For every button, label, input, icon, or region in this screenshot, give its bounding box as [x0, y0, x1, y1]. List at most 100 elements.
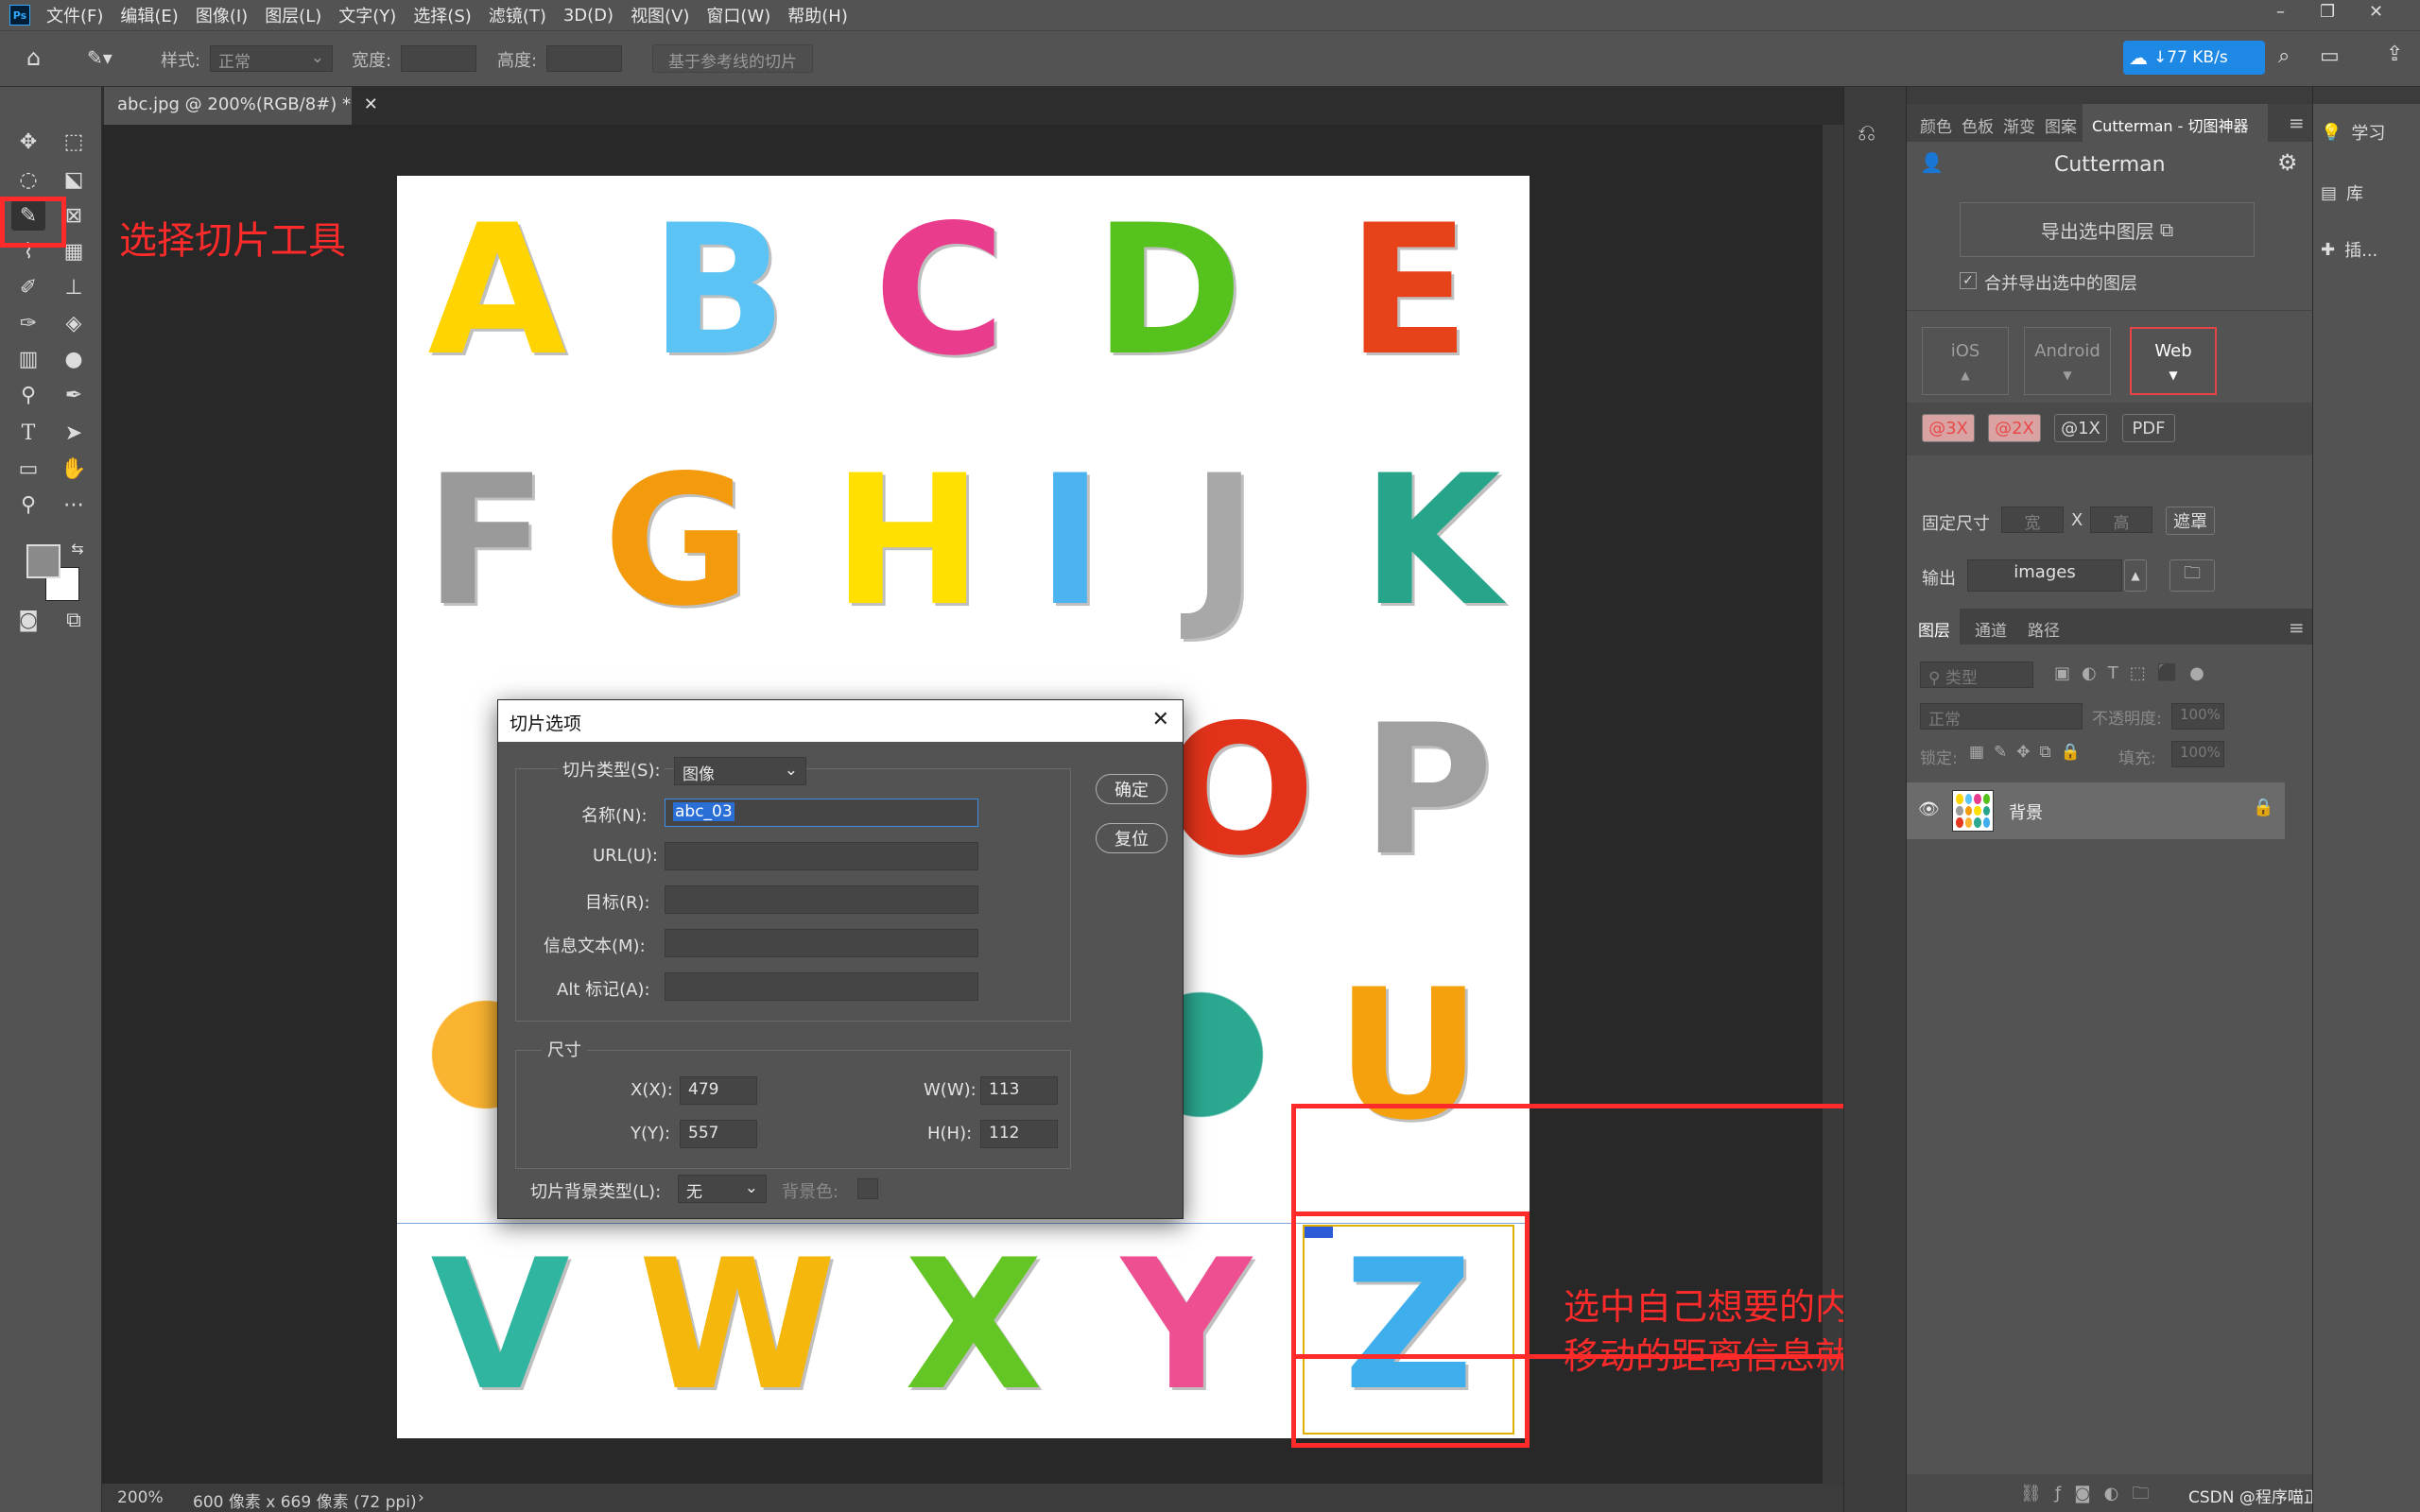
- folder-icon[interactable]: 🗀: [2169, 559, 2215, 592]
- move-tool-icon[interactable]: ✥: [11, 127, 45, 157]
- learn-item[interactable]: 💡 学习: [2321, 112, 2415, 153]
- menu-window[interactable]: 窗口(W): [698, 3, 779, 27]
- restore-icon[interactable]: ❐: [2320, 2, 2335, 22]
- lock-icons[interactable]: ▦✎✥⧉🔒: [1969, 743, 2090, 762]
- brush-tool-icon[interactable]: ✐: [11, 272, 45, 302]
- scale-3x-chip[interactable]: @3X: [1922, 414, 1975, 442]
- tab-swatches[interactable]: 色板: [1962, 113, 1994, 137]
- output-folder-input[interactable]: images: [1967, 559, 2122, 592]
- menu-select[interactable]: 选择(S): [405, 3, 479, 27]
- layer-footer-icons[interactable]: ⛓ƒ◙◐🗀: [2020, 1482, 2162, 1510]
- pen-tool-icon[interactable]: ✒: [57, 380, 91, 410]
- zoom-level[interactable]: 200%: [117, 1488, 164, 1507]
- marquee-tool-icon[interactable]: ⬚: [57, 127, 91, 157]
- url-input[interactable]: [665, 842, 978, 870]
- reset-button[interactable]: 复位: [1096, 823, 1167, 853]
- visibility-eye-icon[interactable]: 👁: [1918, 799, 1940, 819]
- menu-help[interactable]: 帮助(H): [779, 3, 856, 27]
- fixed-height-input[interactable]: 高: [2090, 507, 2152, 533]
- slices-from-guides-button[interactable]: 基于参考线的切片: [652, 44, 813, 73]
- quick-mask-icon[interactable]: ◙: [11, 605, 45, 635]
- gradient-tool-icon[interactable]: ▥: [11, 344, 45, 374]
- minimize-icon[interactable]: –: [2276, 2, 2285, 22]
- tab-paths[interactable]: 路径: [2028, 617, 2060, 641]
- home-icon[interactable]: ⌂: [26, 44, 41, 71]
- close-window-icon[interactable]: ✕: [2369, 2, 2383, 22]
- swap-colors-icon[interactable]: ⇆: [60, 533, 95, 563]
- share-icon[interactable]: ⇪: [2386, 43, 2403, 66]
- blur-tool-icon[interactable]: ●: [57, 344, 91, 374]
- width-input[interactable]: [401, 45, 476, 72]
- scale-pdf-chip[interactable]: PDF: [2122, 414, 2175, 442]
- close-tab-icon[interactable]: ✕: [364, 94, 378, 114]
- bg-type-select[interactable]: 无 ⌄: [678, 1175, 767, 1203]
- ok-button[interactable]: 确定: [1096, 774, 1167, 804]
- panel-menu-icon[interactable]: ≡: [2289, 112, 2305, 134]
- eraser-tool-icon[interactable]: ◈: [57, 308, 91, 338]
- lasso-tool-icon[interactable]: ◌: [11, 164, 45, 195]
- object-select-tool-icon[interactable]: ⬕: [57, 164, 91, 195]
- menu-layer[interactable]: 图层(L): [256, 3, 330, 27]
- more-tools-icon[interactable]: ⋯: [57, 490, 91, 520]
- tab-patterns[interactable]: 图案: [2045, 113, 2077, 137]
- opacity-input[interactable]: 100%: [2171, 703, 2224, 730]
- tab-gradients[interactable]: 渐变: [2003, 113, 2035, 137]
- x-input[interactable]: 479: [680, 1076, 757, 1105]
- message-text-input[interactable]: [665, 929, 978, 957]
- layer-filter-select[interactable]: ⚲ 类型: [1920, 662, 2033, 688]
- menu-image[interactable]: 图像(I): [187, 3, 256, 27]
- history-panel-icon[interactable]: ⎌: [1858, 119, 1876, 146]
- tab-cutterman[interactable]: Cutterman - 切图神器: [2083, 104, 2268, 142]
- menu-file[interactable]: 文件(F): [38, 3, 112, 27]
- tab-channels[interactable]: 通道: [1975, 617, 2007, 641]
- menu-3d[interactable]: 3D(D): [555, 6, 622, 26]
- platform-ios-button[interactable]: iOS ▲: [1922, 327, 2009, 395]
- user-icon[interactable]: 👤: [1920, 151, 1944, 174]
- layer-filter-icons[interactable]: ▣◐T⬚⬛●: [2054, 663, 2216, 683]
- stamp-tool-icon[interactable]: ⊥: [57, 272, 91, 302]
- export-selected-layers-button[interactable]: 导出选中图层 ⧉: [1960, 202, 2255, 257]
- dialog-close-icon[interactable]: ✕: [1152, 708, 1169, 731]
- menu-filter[interactable]: 滤镜(T): [480, 3, 555, 27]
- scale-1x-chip[interactable]: @1X: [2054, 414, 2107, 442]
- platform-android-button[interactable]: Android ▼: [2024, 327, 2111, 395]
- name-input[interactable]: abc_03: [665, 799, 978, 827]
- fixed-width-input[interactable]: 宽: [2001, 507, 2064, 533]
- history-brush-tool-icon[interactable]: ✑: [11, 308, 45, 338]
- h-input[interactable]: 112: [980, 1120, 1058, 1148]
- zoom-tool-icon[interactable]: ⚲: [11, 490, 45, 520]
- search-icon[interactable]: ⌕: [2278, 44, 2290, 68]
- path-select-tool-icon[interactable]: ➤: [57, 418, 91, 448]
- status-expand-icon[interactable]: ›: [418, 1488, 424, 1507]
- document-tab[interactable]: abc.jpg @ 200%(RGB/8#) * ✕: [104, 87, 378, 125]
- slice-tool-preset-icon[interactable]: ✎▾: [87, 46, 112, 69]
- w-input[interactable]: 113: [980, 1076, 1058, 1105]
- workspace-icon[interactable]: ▭: [2320, 44, 2340, 68]
- fill-input[interactable]: 100%: [2171, 741, 2224, 767]
- bg-color-swatch[interactable]: [857, 1178, 878, 1199]
- slice-type-select[interactable]: 图像 ⌄: [674, 757, 806, 785]
- target-input[interactable]: [665, 885, 978, 914]
- platform-web-button[interactable]: Web ▼: [2130, 327, 2217, 395]
- libraries-item[interactable]: ▤ 库: [2321, 172, 2415, 214]
- tab-layers[interactable]: 图层: [1907, 609, 1960, 644]
- y-input[interactable]: 557: [680, 1120, 757, 1148]
- output-dropdown-icon[interactable]: ▲: [2124, 559, 2147, 592]
- menu-view[interactable]: 视图(V): [622, 3, 698, 27]
- tab-color[interactable]: 颜色: [1920, 113, 1952, 137]
- hand-tool-icon[interactable]: ✋: [57, 454, 91, 484]
- scale-2x-chip[interactable]: @2X: [1988, 414, 2041, 442]
- settings-gear-icon[interactable]: ⚙: [2277, 149, 2298, 176]
- screen-mode-icon[interactable]: ⧉: [57, 605, 91, 635]
- merge-export-checkbox[interactable]: ✓: [1960, 272, 1977, 289]
- blend-mode-select[interactable]: 正常: [1920, 703, 2083, 730]
- layer-row-background[interactable]: 👁 背景 🔒: [1907, 782, 2285, 839]
- dodge-tool-icon[interactable]: ⚲: [11, 380, 45, 410]
- style-select[interactable]: 正常 ⌄: [210, 45, 333, 72]
- height-input[interactable]: [546, 45, 622, 72]
- mask-button[interactable]: 遮罩: [2166, 507, 2215, 535]
- alt-tag-input[interactable]: [665, 972, 978, 1001]
- foreground-color-swatch[interactable]: [26, 544, 60, 578]
- rectangle-tool-icon[interactable]: ▭: [11, 454, 45, 484]
- plugins-item[interactable]: ✚ 插...: [2321, 229, 2415, 270]
